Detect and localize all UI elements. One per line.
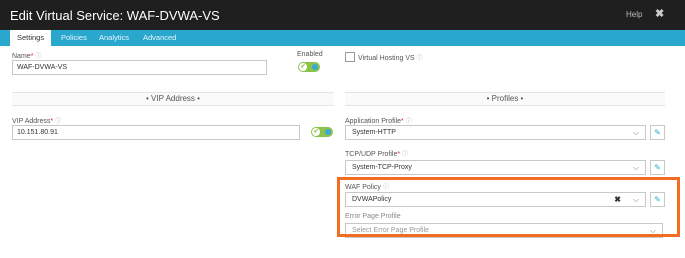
tab-policies[interactable]: Policies (54, 30, 94, 46)
vip-address-input[interactable]: 10.151.80.91 (12, 125, 300, 140)
close-icon[interactable]: ✖ (655, 7, 664, 20)
tab-advanced[interactable]: Advanced (136, 30, 183, 46)
vip-address-label-text: VIP Address (12, 118, 51, 125)
app-profile-select[interactable]: System-HTTP ⌵ (345, 125, 646, 140)
tcp-profile-value: System-TCP-Proxy (352, 164, 412, 171)
tcp-profile-select[interactable]: System-TCP-Proxy ⌵ (345, 160, 646, 175)
vip-enabled-toggle[interactable]: ✔ (311, 127, 333, 137)
profiles-section-header: • Profiles • (345, 92, 665, 106)
info-icon: ⓘ (416, 56, 423, 62)
required-icon: * (401, 118, 404, 125)
tcp-profile-label-text: TCP/UDP Profile (345, 151, 398, 158)
app-profile-label-text: Application Profile (345, 118, 402, 125)
enabled-toggle[interactable]: ✔ (298, 62, 320, 72)
edit-app-profile-button[interactable]: ✎ (650, 125, 665, 140)
tab-settings[interactable]: Settings (10, 30, 52, 46)
virtual-hosting-checkbox[interactable] (345, 52, 355, 62)
vip-address-label: VIP Address* ⓘ (12, 116, 61, 125)
pencil-icon: ✎ (654, 128, 661, 137)
app-profile-value: System-HTTP (352, 129, 396, 136)
edit-tcp-profile-button[interactable]: ✎ (650, 160, 665, 175)
check-icon: ✔ (312, 128, 320, 136)
pencil-icon: ✎ (654, 163, 661, 172)
virtual-hosting-label: Virtual Hosting VS ⓘ (358, 53, 423, 62)
chevron-down-icon[interactable]: ⌵ (633, 161, 639, 174)
virtual-hosting-label-text: Virtual Hosting VS (358, 55, 415, 62)
toggle-dot (312, 64, 318, 70)
name-input[interactable]: WAF-DVWA-VS (12, 60, 267, 75)
required-icon: * (30, 53, 34, 60)
dialog-titlebar: Edit Virtual Service: WAF-DVWA-VS Help ✖ (0, 0, 685, 30)
vip-section-header: • VIP Address • (12, 92, 334, 106)
enabled-label-text: Enabled (297, 51, 323, 58)
required-icon: * (397, 151, 401, 158)
help-link[interactable]: Help (626, 10, 642, 19)
name-label-text: Name (12, 53, 31, 60)
info-icon: ⓘ (402, 152, 409, 158)
toggle-dot (325, 129, 331, 135)
required-icon: * (50, 118, 54, 125)
dialog-title: Edit Virtual Service: WAF-DVWA-VS (10, 8, 220, 23)
tab-bar: Settings Policies Analytics Advanced (0, 30, 685, 46)
name-label: Name* ⓘ (12, 51, 41, 60)
app-profile-label: Application Profile* ⓘ (345, 116, 412, 125)
check-icon: ✔ (299, 63, 307, 71)
waf-policy-highlight-box (337, 177, 680, 237)
tab-analytics[interactable]: Analytics (92, 30, 136, 46)
tcp-profile-label: TCP/UDP Profile* ⓘ (345, 149, 408, 158)
enabled-label: Enabled (297, 51, 323, 58)
chevron-down-icon[interactable]: ⌵ (633, 126, 639, 139)
